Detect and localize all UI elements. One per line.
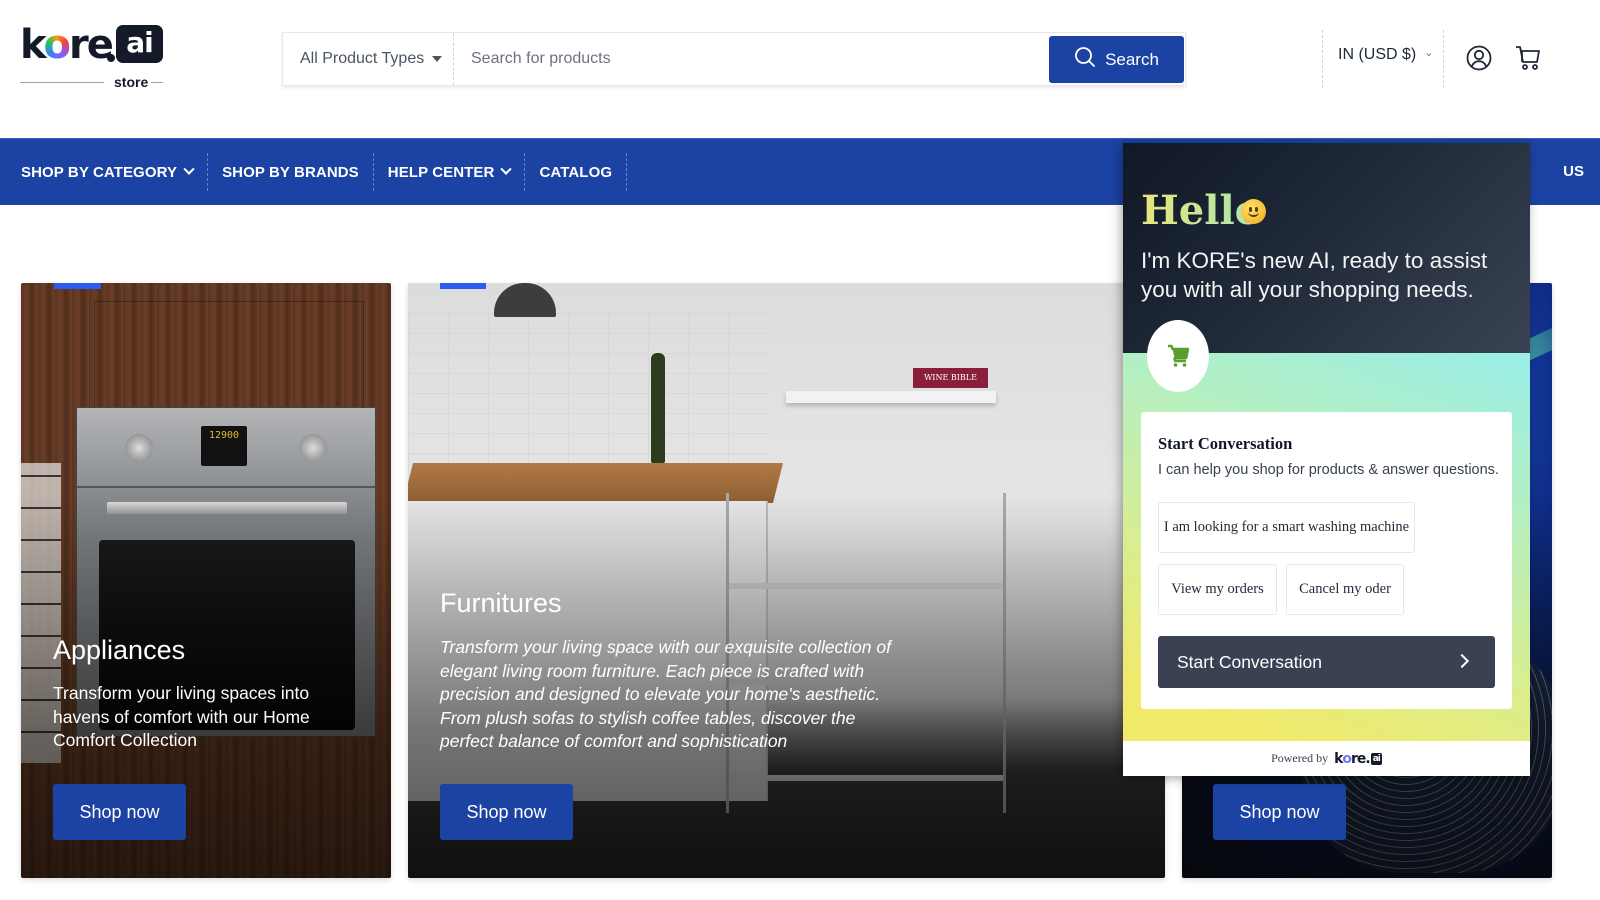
powered-by-label: Powered by — [1271, 751, 1329, 765]
chevron-right-icon — [1454, 653, 1470, 669]
chevron-down-icon: ⌄ — [1424, 46, 1434, 59]
product-type-dropdown[interactable]: All Product Types — [283, 33, 454, 85]
nav-catalog[interactable]: CATALOG — [525, 153, 628, 191]
nav-contact-us[interactable]: US — [1563, 163, 1584, 180]
nav-label: CATALOG — [539, 163, 613, 181]
nav-label: SHOP BY BRANDS — [222, 163, 359, 181]
category-card-appliances: 12900 Appliances Transform your living s… — [21, 283, 391, 878]
logo-wordmark: kore — [20, 22, 114, 68]
chevron-down-icon — [183, 163, 195, 175]
footer-logo-o: o — [1342, 750, 1352, 767]
site-header: kore ai store All Product Types Search I… — [0, 0, 1600, 138]
footer-logo-re: re. — [1351, 750, 1371, 767]
suggestion-chip-washing-machine[interactable]: I am looking for a smart washing machine — [1158, 502, 1415, 553]
nav-label: SHOP BY CATEGORY — [21, 163, 178, 181]
start-conversation-subtitle: I can help you shop for products & answe… — [1158, 462, 1499, 478]
shop-now-button-third[interactable]: Shop now — [1213, 784, 1346, 840]
nav-shop-by-category[interactable]: SHOP BY CATEGORY — [0, 153, 209, 191]
chat-footer: Powered by k o re. ai — [1123, 741, 1530, 776]
card-accent-bar — [54, 283, 101, 289]
start-conversation-card: Start Conversation I can help you shop f… — [1141, 412, 1512, 709]
chat-intro-text: I'm KORE's new AI, ready to assist you w… — [1141, 248, 1488, 302]
chat-bot-avatar — [1147, 320, 1209, 392]
footer-logo-k: k — [1334, 750, 1343, 767]
logo-divider-right — [151, 82, 163, 83]
kore-ai-store-logo[interactable]: kore ai store — [20, 22, 170, 94]
card-title: Appliances — [53, 635, 186, 665]
logo-ai-badge: ai — [116, 25, 163, 63]
nav-shop-by-brands[interactable]: SHOP BY BRANDS — [208, 153, 374, 191]
smiling-face-mouth — [1248, 212, 1259, 217]
chevron-down-icon — [500, 163, 513, 175]
search-icon — [1074, 46, 1096, 73]
region-label: IN (USD $) — [1338, 46, 1417, 63]
search-button-label: Search — [1105, 49, 1159, 69]
nav-label: HELP CENTER — [387, 163, 495, 181]
card-accent-bar — [440, 283, 486, 289]
logo-divider-left — [20, 82, 104, 83]
user-circle-icon — [1466, 45, 1492, 71]
chat-widget: Hello I'm KORE's new AI, ready to assist… — [1123, 143, 1530, 776]
cart-icon — [1516, 46, 1540, 70]
footer-logo-ai: ai — [1370, 752, 1382, 765]
region-currency-selector[interactable]: IN (USD $) ⌄ — [1338, 46, 1433, 64]
card-description: Transform your living spaces into havens… — [53, 683, 310, 750]
search-button[interactable]: Search — [1049, 36, 1184, 83]
start-conversation-button[interactable]: Start Conversation — [1158, 636, 1495, 688]
smiling-face-icon — [1241, 199, 1266, 224]
product-type-selected: All Product Types — [300, 50, 425, 67]
account-button[interactable] — [1465, 44, 1493, 72]
logo-store-label: store — [114, 74, 149, 90]
shop-now-button-furnitures[interactable]: Shop now — [440, 784, 573, 840]
suggestion-chip-view-orders[interactable]: View my orders — [1158, 564, 1277, 615]
suggestion-chip-cancel-order[interactable]: Cancel my oder — [1286, 564, 1404, 615]
header-divider — [1443, 30, 1444, 88]
category-card-furnitures: WINE BIBLE Furnitures Transform your liv… — [408, 283, 1165, 878]
logo-dot — [107, 54, 115, 62]
start-conversation-title: Start Conversation — [1158, 434, 1293, 453]
nav-help-center[interactable]: HELP CENTER — [374, 153, 526, 191]
search-bar: All Product Types Search — [282, 32, 1186, 86]
start-conversation-button-label: Start Conversation — [1177, 651, 1322, 672]
cart-button[interactable] — [1514, 44, 1542, 72]
search-input[interactable] — [455, 33, 1047, 85]
shop-now-button-appliances[interactable]: Shop now — [53, 784, 186, 840]
header-divider — [1322, 30, 1323, 88]
kore-ai-footer-logo[interactable]: k o re. ai — [1334, 751, 1382, 767]
cart-icon — [1168, 344, 1190, 367]
card-title: Furnitures — [440, 588, 562, 618]
caret-down-icon — [432, 56, 443, 62]
card-description: Transform your living space with our exq… — [440, 637, 891, 751]
